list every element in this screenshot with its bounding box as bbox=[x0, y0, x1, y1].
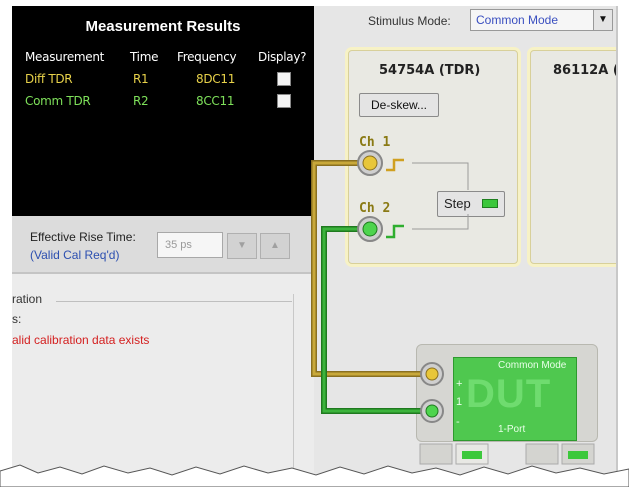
app-window: Measurement Results Measurement Time Fre… bbox=[12, 6, 618, 476]
cable-green-outline bbox=[321, 226, 430, 414]
ch2-step-glyph-icon bbox=[386, 224, 404, 239]
step-wire-bottom bbox=[412, 214, 469, 230]
cable-green[interactable] bbox=[322, 227, 430, 413]
cable-overlay bbox=[311, 150, 469, 423]
dut-port-plus-connector[interactable] bbox=[420, 362, 444, 386]
step-wire-top bbox=[412, 162, 469, 190]
cable-yellow[interactable] bbox=[312, 161, 430, 376]
torn-edge bbox=[0, 464, 629, 487]
cable-yellow-outline bbox=[311, 160, 430, 377]
ch1-connector[interactable] bbox=[357, 150, 383, 176]
dut-port-minus-connector[interactable] bbox=[420, 399, 444, 423]
ch2-connector[interactable] bbox=[357, 216, 383, 242]
ch1-step-glyph-icon bbox=[386, 158, 404, 172]
